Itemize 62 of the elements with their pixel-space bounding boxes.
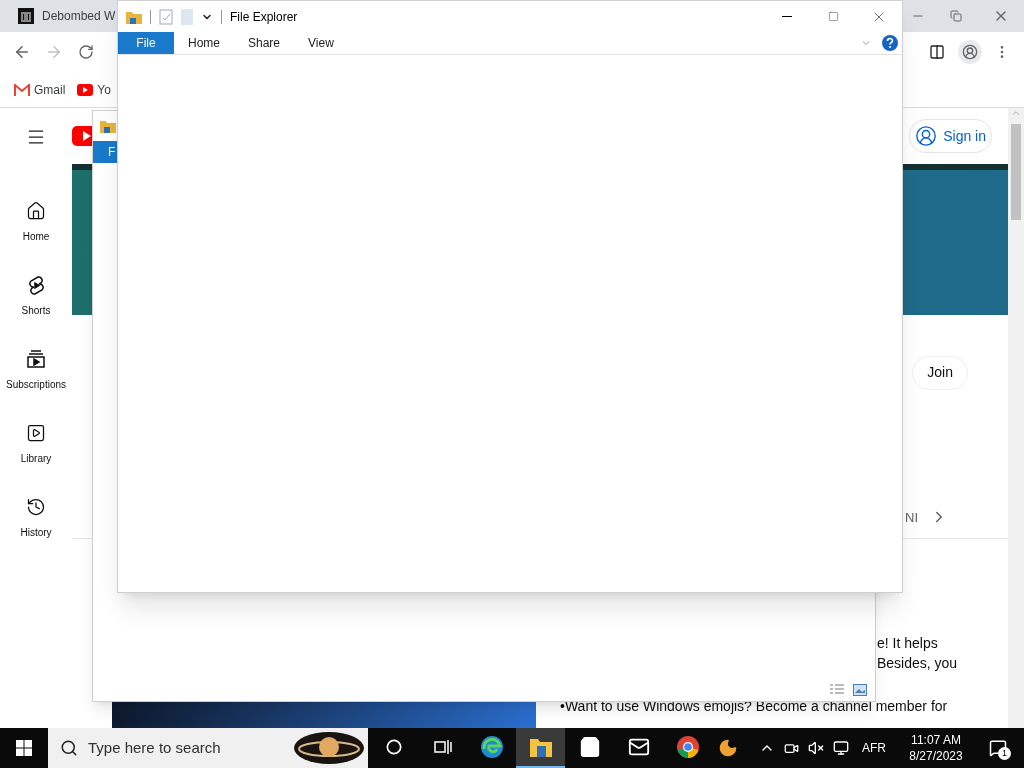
language-indicator[interactable]: AFR	[862, 739, 886, 757]
reload-icon	[78, 44, 94, 60]
forward-arrow-icon	[45, 43, 63, 61]
description-text: Besides, you	[877, 654, 959, 673]
sign-in-button[interactable]: Sign in	[909, 119, 992, 153]
network-icon[interactable]	[833, 740, 849, 756]
folder-icon	[126, 9, 142, 24]
moon-icon[interactable]	[718, 738, 738, 758]
maximize-icon	[827, 11, 839, 22]
notifications-button[interactable]: 1	[978, 728, 1018, 768]
help-icon[interactable]	[882, 35, 898, 51]
person-icon	[915, 125, 938, 147]
home-icon	[26, 200, 46, 221]
envelope-icon	[627, 736, 650, 758]
notifications-icon	[989, 739, 1007, 757]
history-icon	[26, 496, 46, 517]
ribbon-tab[interactable]: F	[93, 141, 117, 163]
search-icon	[60, 739, 78, 757]
person-icon	[962, 44, 978, 60]
ribbon-tab[interactable]: File	[118, 32, 174, 54]
shopping-bag-icon	[578, 736, 601, 758]
sidebar-item[interactable]: Shorts	[0, 259, 72, 333]
folder-icon	[100, 119, 116, 133]
side-panel-icon	[929, 44, 945, 60]
circle-icon	[385, 739, 402, 755]
ribbon-tab[interactable]: View	[294, 32, 348, 54]
description-text: e! It helps	[877, 634, 939, 653]
chrome-logo-icon	[675, 735, 700, 759]
profile-button[interactable]	[958, 40, 982, 64]
planet-drawing	[293, 731, 365, 765]
chip-label[interactable]: NI	[905, 507, 918, 527]
ribbon-tab[interactable]: Share	[234, 32, 295, 54]
subscriptions-icon	[26, 348, 46, 369]
edge-logo-icon	[479, 735, 504, 759]
task-view-icon	[433, 739, 452, 755]
taskbar-app-button[interactable]	[516, 728, 565, 768]
sidebar-item[interactable]: Home	[0, 185, 72, 259]
notification-count: 1	[998, 747, 1011, 760]
search-field[interactable]: Type here to search	[48, 728, 368, 768]
bookmark-link[interactable]: Gmail	[14, 80, 66, 99]
sidebar-item[interactable]: History	[0, 481, 72, 555]
image-view-icon[interactable]	[853, 684, 867, 696]
play-logo-icon	[77, 83, 94, 96]
description-text: •Want to use Windows emojis? Become a channel member for	[560, 698, 948, 714]
minimize-icon	[782, 16, 792, 17]
library-icon	[26, 422, 46, 443]
shorts-icon	[26, 274, 46, 295]
folder-icon	[529, 737, 552, 757]
scrollbar-thumb[interactable]	[1011, 124, 1021, 220]
sidebar-item[interactable]: Subscriptions	[0, 333, 72, 407]
museum-icon	[18, 8, 34, 24]
windows-logo-icon	[16, 740, 32, 756]
sidebar-item[interactable]: Library	[0, 407, 72, 481]
clock[interactable]: 11:07 AM 8/27/2023	[903, 732, 969, 764]
ribbon-tab[interactable]: Home	[174, 32, 234, 54]
scrollbar[interactable]	[1008, 108, 1024, 728]
window-title: File Explorer	[230, 8, 299, 26]
restore-icon	[949, 10, 962, 22]
reload-button[interactable]	[76, 42, 96, 62]
volume-muted-icon[interactable]	[808, 740, 824, 756]
mail-logo-icon	[14, 83, 30, 96]
bookmark-link[interactable]: Yo	[77, 80, 111, 99]
